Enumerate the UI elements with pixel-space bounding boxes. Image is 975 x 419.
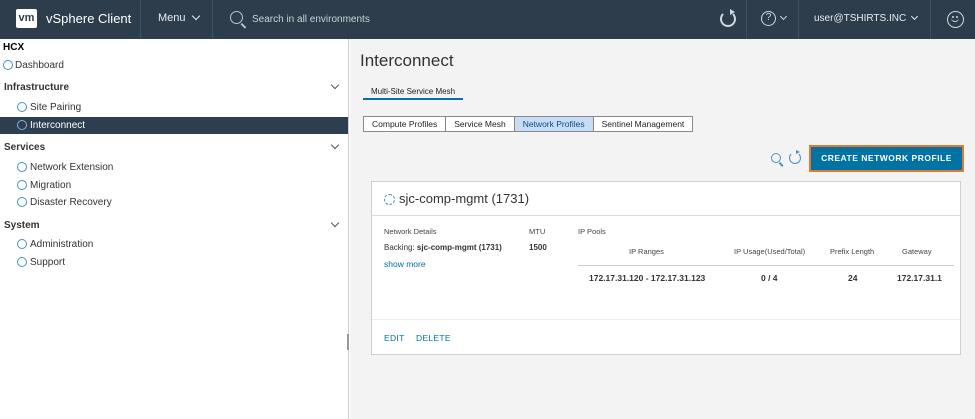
ip-pools-label: IP Pools xyxy=(578,227,606,236)
create-network-profile-button[interactable]: CREATE NETWORK PROFILE xyxy=(809,145,964,172)
user-menu[interactable]: user@TSHIRTS.INC xyxy=(814,12,919,24)
mtu-label: MTU xyxy=(529,227,546,236)
disaster-recovery-icon xyxy=(17,197,27,207)
sidebar-item-label: Site Pairing xyxy=(30,102,82,113)
tab-compute-profiles[interactable]: Compute Profiles xyxy=(364,117,447,131)
sidebar-section-system[interactable]: System xyxy=(0,217,348,234)
chevron-down-icon xyxy=(330,140,340,150)
sidebar-item-disaster-recovery[interactable]: Disaster Recovery xyxy=(0,194,348,211)
ip-ranges-header: IP Ranges xyxy=(629,247,664,256)
search-icon[interactable] xyxy=(771,153,781,163)
main-content: Interconnect Multi-Site Service Mesh Com… xyxy=(350,39,975,419)
menu-label: Menu xyxy=(158,12,186,24)
header-divider xyxy=(798,0,799,39)
interconnect-icon xyxy=(17,120,27,130)
ip-range-cell: 172.17.31.120 - 172.17.31.123 xyxy=(589,273,706,283)
ip-table-divider xyxy=(578,265,954,266)
menu-button[interactable]: Menu xyxy=(158,11,200,24)
header-divider xyxy=(930,0,931,39)
sidebar-item-interconnect[interactable]: Interconnect xyxy=(0,117,348,134)
sidebar-item-label: Disaster Recovery xyxy=(30,197,112,208)
sidebar-item-site-pairing[interactable]: Site Pairing xyxy=(0,99,348,116)
gateway-header: Gateway xyxy=(902,247,932,256)
dashboard-icon xyxy=(3,60,13,70)
sidebar-resize-handle[interactable] xyxy=(347,334,349,350)
ip-usage-cell: 0 / 4 xyxy=(761,273,778,283)
sidebar-item-network-extension[interactable]: Network Extension xyxy=(0,159,348,176)
administration-icon xyxy=(17,239,27,249)
sidebar-item-label: Administration xyxy=(30,239,94,250)
page-title: Interconnect xyxy=(360,51,454,70)
delete-button[interactable]: DELETE xyxy=(416,333,451,343)
refresh-icon[interactable] xyxy=(789,150,801,164)
global-search-input[interactable] xyxy=(252,10,552,28)
header-divider xyxy=(746,0,747,39)
sidebar-root-hcx[interactable]: HCX xyxy=(3,42,24,53)
chevron-down-icon xyxy=(330,80,340,90)
network-profile-card: sjc-comp-mgmt (1731) Network Details Bac… xyxy=(371,181,961,355)
gateway-cell: 172.17.31.1 xyxy=(897,273,942,283)
app-title[interactable]: vSphere Client xyxy=(46,11,131,26)
sidebar-item-label: Support xyxy=(30,257,66,268)
header-divider xyxy=(140,0,141,39)
help-icon[interactable]: ? xyxy=(761,11,776,26)
sidebar-section-label: Services xyxy=(4,142,46,153)
backing-label: Backing: xyxy=(384,243,415,252)
chevron-down-icon[interactable] xyxy=(779,12,788,21)
site-pairing-icon xyxy=(17,102,27,112)
tab-sentinel-management[interactable]: Sentinel Management xyxy=(594,117,693,131)
sidebar-item-administration[interactable]: Administration xyxy=(0,236,348,253)
feedback-smiley-icon[interactable] xyxy=(947,11,964,28)
sidebar-item-label: Dashboard xyxy=(15,60,64,71)
sidebar-item-label: Network Extension xyxy=(30,162,114,173)
ip-usage-header: IP Usage(Used/Total) xyxy=(734,247,806,256)
show-more-link[interactable]: show more xyxy=(384,259,426,269)
chevron-down-icon xyxy=(330,218,340,228)
sidebar-item-support[interactable]: Support xyxy=(0,254,348,271)
prefix-length-header: Prefix Length xyxy=(830,247,875,256)
backing-row: Backing: sjc-comp-mgmt (1731) xyxy=(384,243,502,252)
tab-network-profiles[interactable]: Network Profiles xyxy=(514,117,594,131)
sidebar-item-label: Interconnect xyxy=(30,120,86,131)
sidebar: HCX Dashboard Infrastructure Site Pairin… xyxy=(0,39,349,419)
card-title: sjc-comp-mgmt (1731) xyxy=(399,191,530,206)
sidebar-section-label: Infrastructure xyxy=(4,82,70,93)
network-extension-icon xyxy=(17,162,27,172)
edit-button[interactable]: EDIT xyxy=(384,333,405,343)
backing-value: sjc-comp-mgmt (1731) xyxy=(416,243,502,252)
sidebar-item-dashboard[interactable]: Dashboard xyxy=(0,57,348,74)
migration-icon xyxy=(17,180,27,190)
sidebar-section-services[interactable]: Services xyxy=(0,139,348,156)
card-header: sjc-comp-mgmt (1731) xyxy=(372,182,960,216)
header-divider xyxy=(212,0,213,39)
sidebar-section-label: System xyxy=(4,220,40,231)
prefix-length-cell: 24 xyxy=(848,273,858,283)
refresh-icon[interactable] xyxy=(720,9,736,27)
chevron-down-icon xyxy=(191,11,200,21)
mtu-value: 1500 xyxy=(529,243,547,252)
card-footer-divider xyxy=(372,319,960,320)
search-icon[interactable] xyxy=(230,11,243,24)
sidebar-item-label: Migration xyxy=(30,180,72,191)
top-header: vm vSphere Client Menu ? user@TSHIRTS.IN… xyxy=(0,0,975,39)
sidebar-section-infrastructure[interactable]: Infrastructure xyxy=(0,79,348,96)
smile-mouth xyxy=(951,18,959,22)
sidebar-item-migration[interactable]: Migration xyxy=(0,177,348,194)
network-profile-icon xyxy=(384,194,395,205)
support-icon xyxy=(17,257,27,267)
profile-tabs: Compute Profiles Service Mesh Network Pr… xyxy=(363,116,694,132)
chevron-down-icon xyxy=(911,12,919,21)
vm-logo[interactable]: vm xyxy=(16,9,37,28)
tab-service-mesh[interactable]: Service Mesh xyxy=(446,117,515,131)
subtab-multi-site-service-mesh[interactable]: Multi-Site Service Mesh xyxy=(363,83,464,100)
user-label: user@TSHIRTS.INC xyxy=(814,13,907,24)
network-details-label: Network Details xyxy=(384,227,437,236)
